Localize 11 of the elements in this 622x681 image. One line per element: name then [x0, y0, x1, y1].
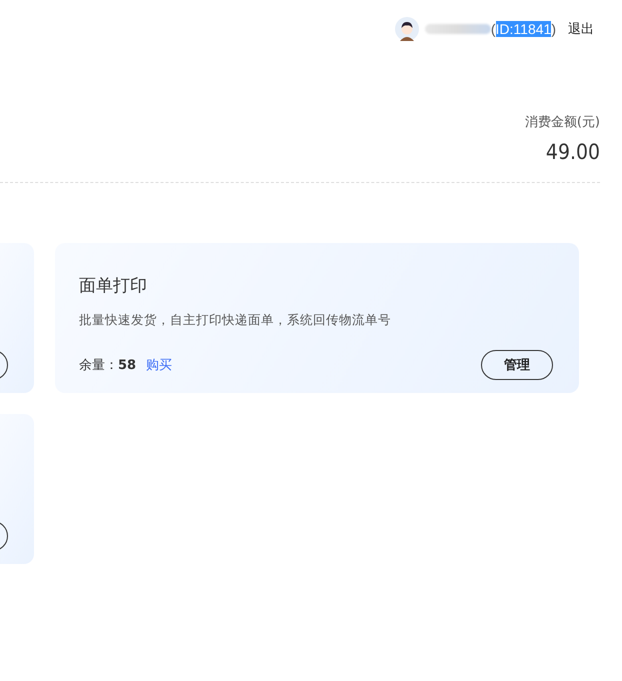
remaining-count: 余量：58: [79, 357, 136, 374]
card-title: 面单打印: [79, 275, 148, 297]
user-id: (ID:11841): [490, 21, 556, 37]
blurred-name: [424, 24, 491, 34]
amount-value: 49.00: [544, 140, 600, 164]
manage-button[interactable]: 管理: [481, 350, 553, 380]
amount-label: 消费金额(元): [524, 114, 600, 131]
card-description: 批量快速发货，自主打印快递面单，系统回传物流单号: [79, 312, 392, 329]
avatar-icon: [394, 17, 419, 41]
logout-link[interactable]: 退出: [568, 20, 594, 38]
buy-link[interactable]: 购买: [146, 356, 172, 374]
